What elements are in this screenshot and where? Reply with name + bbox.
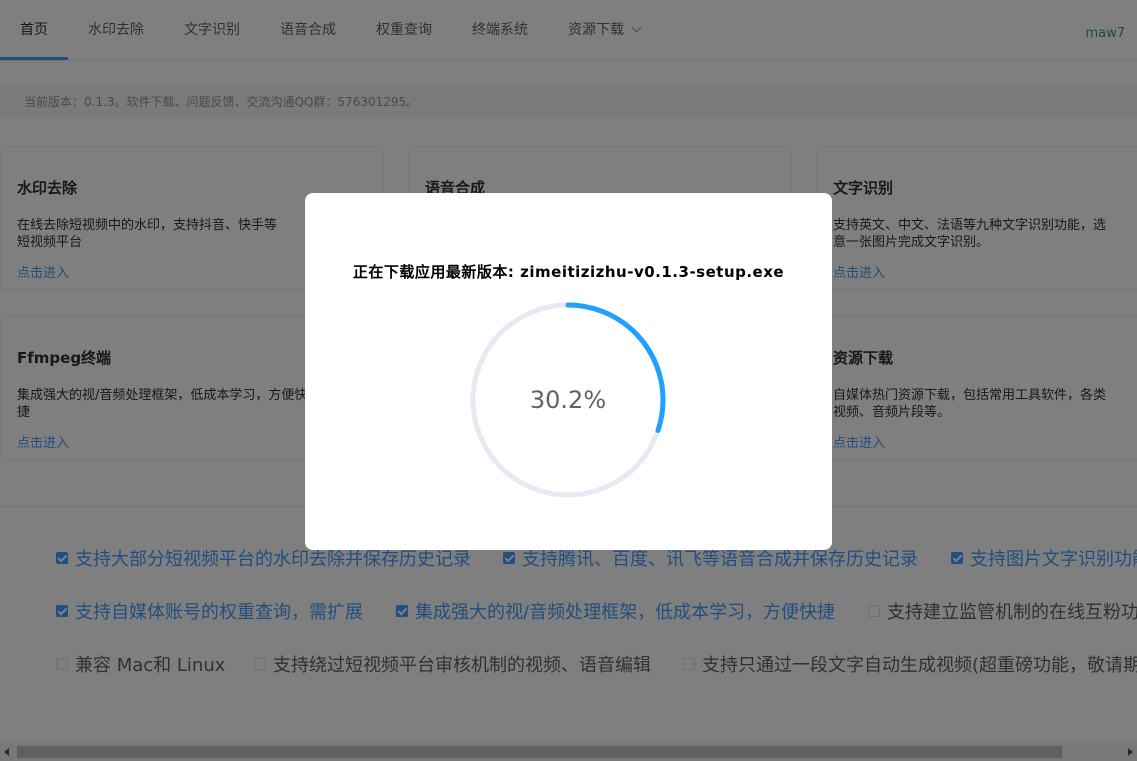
- download-dialog: 正在下载应用最新版本: zimeitizizhu-v0.1.3-setup.ex…: [305, 193, 832, 550]
- download-dialog-title: 正在下载应用最新版本: zimeitizizhu-v0.1.3-setup.ex…: [352, 263, 785, 281]
- progress-percent: 30.2%: [529, 386, 607, 414]
